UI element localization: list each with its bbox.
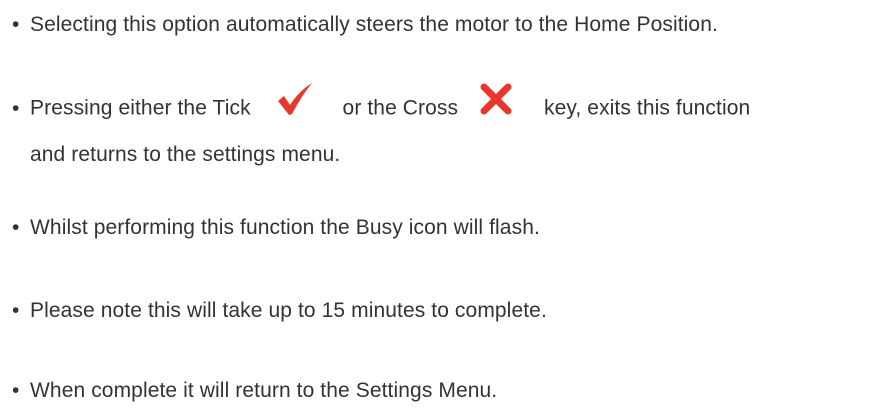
item-text-line2: and returns to the settings menu. bbox=[30, 143, 341, 166]
list-item: • Whilst performing this function the Bus… bbox=[12, 207, 873, 248]
bullet: • bbox=[12, 216, 20, 239]
item-text: Selecting this option automatically stee… bbox=[30, 13, 718, 36]
item-text-part2: or the Cross bbox=[342, 96, 459, 120]
list-item: • Please note this will take up to 15 min… bbox=[12, 290, 873, 331]
bullet: • bbox=[12, 299, 20, 322]
bullet: • bbox=[12, 379, 20, 402]
item-text: Please note this will take up to 15 minu… bbox=[30, 299, 547, 322]
list-item: • When complete it will return to the Set… bbox=[12, 370, 873, 411]
bullet: • bbox=[12, 96, 20, 120]
list-item: • Pressing either the Tick or the Cross k… bbox=[12, 81, 873, 175]
bullet: • bbox=[12, 13, 20, 36]
list-item: • Selecting this option automatically ste… bbox=[12, 4, 873, 45]
item-text: Whilst performing this function the Busy… bbox=[30, 216, 540, 239]
item-text: When complete it will return to the Sett… bbox=[30, 379, 498, 402]
instruction-list: • Selecting this option automatically ste… bbox=[0, 0, 881, 402]
item-text-part3: key, exits this function bbox=[544, 96, 751, 120]
tick-icon bbox=[275, 81, 315, 131]
cross-icon bbox=[478, 82, 514, 130]
item-text-part1: Pressing either the Tick bbox=[30, 96, 251, 120]
